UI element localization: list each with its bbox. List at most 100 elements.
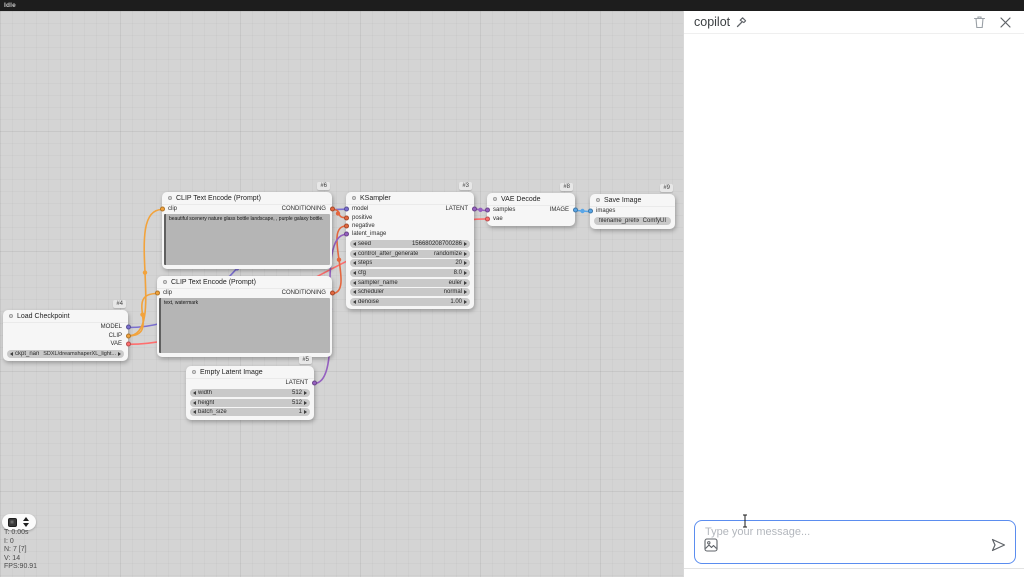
- minimap-icon[interactable]: [8, 518, 17, 527]
- increment-arrow-icon[interactable]: [464, 300, 467, 304]
- chat-input-box[interactable]: Type your message...: [694, 520, 1016, 564]
- node-id-badge: #8: [560, 183, 573, 191]
- node-title[interactable]: Save Image: [590, 194, 675, 207]
- widget-control-after-generate[interactable]: control_after_generate randomize: [350, 250, 470, 258]
- widget-denoise[interactable]: denoise 1.00: [350, 298, 470, 306]
- increment-arrow-icon[interactable]: [464, 290, 467, 294]
- collapse-dot-icon[interactable]: [192, 370, 196, 374]
- output-slot-vae[interactable]: [126, 341, 131, 346]
- decrement-arrow-icon[interactable]: [353, 281, 356, 285]
- stat-line: T: 0.00s: [4, 529, 37, 538]
- message-input-placeholder[interactable]: Type your message...: [705, 526, 810, 538]
- input-slot-model[interactable]: [344, 207, 349, 212]
- attach-image-button[interactable]: [704, 538, 718, 557]
- next-option-arrow-icon[interactable]: [118, 352, 121, 356]
- collapse-dot-icon[interactable]: [596, 198, 600, 202]
- node-title[interactable]: VAE Decode: [487, 193, 575, 206]
- output-slot-image[interactable]: [573, 208, 578, 213]
- copilot-header: copilot: [684, 11, 1024, 34]
- node-empty-latent-image[interactable]: #5 Empty Latent Image LATENT width 512 h…: [186, 366, 314, 420]
- input-slot-negative[interactable]: [344, 223, 349, 228]
- stat-line: FPS:90.91: [4, 563, 37, 572]
- node-vae-decode[interactable]: #8 VAE Decode samples IMAGE vae: [487, 193, 575, 226]
- widget-batch-size[interactable]: batch_size 1: [190, 408, 310, 416]
- output-slot-clip[interactable]: [126, 333, 131, 338]
- wire-dot: [140, 312, 144, 316]
- decrement-arrow-icon[interactable]: [353, 261, 356, 265]
- output-slot-latent[interactable]: [312, 381, 317, 386]
- node-id-badge: #4: [113, 300, 126, 308]
- output-slot-latent[interactable]: [472, 207, 477, 212]
- prompt-textarea[interactable]: text, watermark: [159, 298, 330, 353]
- close-panel-button[interactable]: [996, 13, 1014, 31]
- decrement-arrow-icon[interactable]: [353, 271, 356, 275]
- increment-arrow-icon[interactable]: [304, 391, 307, 395]
- input-slot-clip[interactable]: [155, 291, 160, 296]
- input-slot-vae[interactable]: [485, 216, 490, 221]
- increment-arrow-icon[interactable]: [464, 281, 467, 285]
- input-slot-latent-image[interactable]: [344, 232, 349, 237]
- output-slot-conditioning[interactable]: [330, 291, 335, 296]
- increment-arrow-icon[interactable]: [464, 271, 467, 275]
- decrement-arrow-icon[interactable]: [353, 252, 356, 256]
- collapse-dot-icon[interactable]: [168, 196, 172, 200]
- increment-arrow-icon[interactable]: [304, 401, 307, 405]
- widget-scheduler[interactable]: scheduler normal: [350, 288, 470, 296]
- canvas-tools-pill: [2, 514, 36, 530]
- collapse-dot-icon[interactable]: [352, 196, 356, 200]
- widget-filename-prefix[interactable]: filename_prefix ComfyUI: [594, 217, 671, 225]
- node-title[interactable]: CLIP Text Encode (Prompt): [162, 192, 332, 205]
- node-title[interactable]: KSampler: [346, 192, 474, 205]
- send-message-button[interactable]: [991, 538, 1006, 557]
- prev-option-arrow-icon[interactable]: [10, 352, 13, 356]
- node-title[interactable]: Load Checkpoint: [3, 310, 128, 323]
- node-graph-canvas[interactable]: #6 CLIP Text Encode (Prompt) clip CONDIT…: [0, 11, 683, 577]
- node-clip-text-encode-positive[interactable]: #6 CLIP Text Encode (Prompt) clip CONDIT…: [162, 192, 332, 269]
- decrement-arrow-icon[interactable]: [353, 242, 356, 246]
- decrement-arrow-icon[interactable]: [193, 410, 196, 414]
- node-save-image[interactable]: #9 Save Image images filename_prefix Com…: [590, 194, 675, 229]
- node-id-badge: #6: [317, 182, 330, 190]
- wire-dot: [580, 209, 584, 213]
- hammer-icon: [735, 16, 747, 28]
- increment-arrow-icon[interactable]: [464, 261, 467, 265]
- node-title[interactable]: Empty Latent Image: [186, 366, 314, 379]
- decrement-arrow-icon[interactable]: [353, 300, 356, 304]
- widget-sampler-name[interactable]: sampler_name euler: [350, 279, 470, 287]
- increment-arrow-icon[interactable]: [304, 410, 307, 414]
- widget-width[interactable]: width 512: [190, 389, 310, 397]
- collapse-dot-icon[interactable]: [163, 280, 167, 284]
- input-slot-images[interactable]: [588, 209, 593, 214]
- stat-line: N: 7 [7]: [4, 546, 37, 555]
- increment-arrow-icon[interactable]: [464, 252, 467, 256]
- node-clip-text-encode-negative[interactable]: CLIP Text Encode (Prompt) clip CONDITION…: [157, 276, 332, 357]
- stat-line: I: 0: [4, 538, 37, 547]
- prompt-textarea[interactable]: beautiful scenery nature glass bottle la…: [164, 214, 330, 265]
- output-slot-model[interactable]: [126, 325, 131, 330]
- node-id-badge: #3: [459, 182, 472, 190]
- collapse-dot-icon[interactable]: [9, 314, 13, 318]
- input-slot-samples[interactable]: [485, 208, 490, 213]
- node-ksampler[interactable]: #3 KSampler model LATENT positive negati…: [346, 192, 474, 309]
- increment-arrow-icon[interactable]: [464, 242, 467, 246]
- widget-steps[interactable]: steps 20: [350, 259, 470, 267]
- input-slot-positive[interactable]: [344, 215, 349, 220]
- performance-stats: T: 0.00s I: 0 N: 7 [7] V: 14 FPS:90.91: [4, 529, 37, 572]
- status-text: Idle: [4, 2, 16, 9]
- collapse-dot-icon[interactable]: [493, 197, 497, 201]
- wire-dot: [336, 211, 340, 215]
- decrement-arrow-icon[interactable]: [193, 391, 196, 395]
- widget-height[interactable]: height 512: [190, 399, 310, 407]
- decrement-arrow-icon[interactable]: [193, 401, 196, 405]
- widget-cfg[interactable]: cfg 8.0: [350, 269, 470, 277]
- clear-chat-trash-button[interactable]: [970, 13, 988, 31]
- widget-ckpt-name[interactable]: ckpt_name SDXL/dreamshaperXL_light...: [7, 350, 124, 358]
- node-title[interactable]: CLIP Text Encode (Prompt): [157, 276, 332, 289]
- input-slot-clip[interactable]: [160, 207, 165, 212]
- decrement-arrow-icon[interactable]: [353, 290, 356, 294]
- wire-dot: [143, 270, 147, 274]
- output-slot-conditioning[interactable]: [330, 207, 335, 212]
- widget-seed[interactable]: seed 156680208700286: [350, 240, 470, 248]
- swap-vertical-icon[interactable]: [22, 517, 30, 527]
- node-load-checkpoint[interactable]: #4 Load Checkpoint MODEL CLIP VAE ckpt_n…: [3, 310, 128, 361]
